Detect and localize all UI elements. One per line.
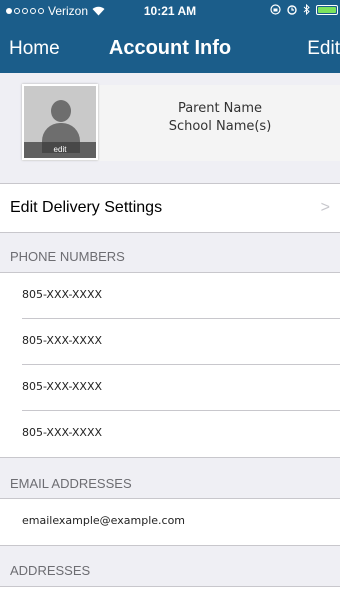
phone-number: 805-XXX-XXXX	[22, 380, 103, 393]
alarm-icon	[287, 5, 297, 15]
edit-button[interactable]: Edit	[307, 38, 340, 60]
email-addresses-header: EMAIL ADDRESSES	[10, 476, 132, 491]
list-item[interactable]: emailexample@example.com	[22, 499, 340, 545]
orientation-lock-icon	[270, 4, 281, 15]
list-item[interactable]: 805-XXX-XXXX	[22, 273, 340, 319]
app-header: Verizon 10:21 AM Home Account Info Edit	[0, 0, 340, 73]
edit-delivery-settings-label: Edit Delivery Settings	[10, 199, 163, 216]
status-icons	[270, 4, 338, 15]
chevron-right-icon: >	[320, 199, 330, 216]
person-icon	[51, 100, 71, 122]
parent-name: Parent Name	[177, 101, 263, 116]
avatar[interactable]: edit	[22, 84, 98, 160]
phone-numbers-header: PHONE NUMBERS	[10, 249, 125, 264]
school-names: School Name(s)	[168, 119, 272, 134]
navigation-bar: Home Account Info Edit	[0, 22, 340, 73]
addresses-list	[0, 586, 340, 599]
battery-icon	[316, 4, 338, 15]
list-item[interactable]: 805-XXX-XXXX	[22, 411, 340, 457]
list-item[interactable]: 805-XXX-XXXX	[22, 319, 340, 365]
phone-number: 805-XXX-XXXX	[22, 426, 103, 439]
phone-numbers-list: 805-XXX-XXXX 805-XXX-XXXX 805-XXX-XXXX 8…	[0, 272, 340, 458]
profile-names: Parent Name School Name(s)	[100, 100, 340, 136]
avatar-edit-label[interactable]: edit	[24, 142, 96, 158]
phone-number: 805-XXX-XXXX	[22, 288, 103, 301]
page-title: Account Info	[108, 37, 232, 59]
email-addresses-list: emailexample@example.com	[0, 498, 340, 546]
email-address: emailexample@example.com	[22, 514, 186, 527]
edit-delivery-settings-row[interactable]: Edit Delivery Settings >	[0, 183, 340, 233]
profile-section: edit Parent Name School Name(s)	[0, 73, 340, 183]
bluetooth-icon	[303, 4, 310, 15]
status-bar: Verizon 10:21 AM	[0, 0, 340, 22]
phone-number: 805-XXX-XXXX	[22, 334, 103, 347]
addresses-header: ADDRESSES	[10, 563, 91, 578]
list-item[interactable]: 805-XXX-XXXX	[22, 365, 340, 411]
